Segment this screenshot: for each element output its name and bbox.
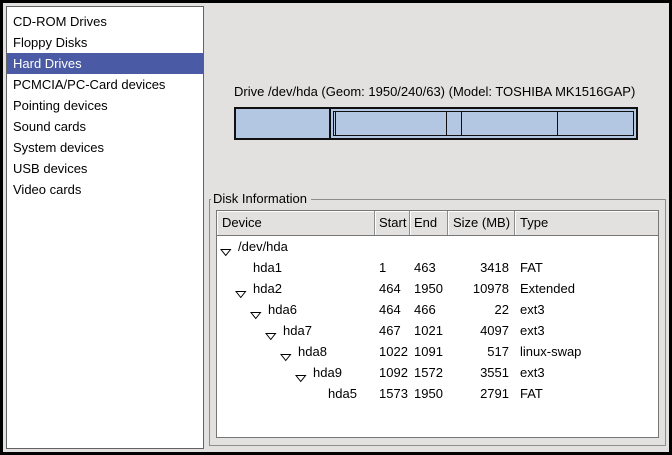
- device-name: hda9: [217, 365, 342, 380]
- table-row-hda8[interactable]: hda8 10221091517linux-swap: [217, 341, 658, 362]
- hardware-browser-window: CD-ROM DrivesFloppy DisksHard DrivesPCMC…: [0, 0, 672, 455]
- end-cell: [410, 236, 448, 257]
- column-header-end[interactable]: End: [410, 211, 448, 235]
- table-row-hda2[interactable]: hda2 464195010978Extended: [217, 278, 658, 299]
- column-header-start[interactable]: Start: [375, 211, 410, 235]
- device-cell: hda8: [217, 341, 375, 362]
- start-cell: 1: [375, 257, 410, 278]
- start-cell: 1573: [375, 383, 410, 404]
- expander-icon[interactable]: [295, 368, 307, 383]
- size-cell: 10978: [448, 278, 515, 299]
- table-row-hda7[interactable]: hda746710214097ext3: [217, 320, 658, 341]
- type-cell: [515, 236, 658, 257]
- type-cell: ext3: [515, 299, 658, 320]
- end-cell: 1950: [410, 278, 448, 299]
- partition-segment-extended: [331, 109, 636, 138]
- end-cell: 466: [410, 299, 448, 320]
- size-cell: 3418: [448, 257, 515, 278]
- expander-icon[interactable]: [250, 305, 262, 320]
- drive-partition-bar: [234, 107, 638, 140]
- sidebar-item-usb-devices[interactable]: USB devices: [7, 158, 203, 179]
- device-cell: hda5: [217, 383, 375, 404]
- end-cell: 1950: [410, 383, 448, 404]
- partition-segment-hda1: [236, 109, 331, 138]
- device-cell: hda6: [217, 299, 375, 320]
- table-row-dev-hda[interactable]: /dev/hda: [217, 236, 658, 257]
- type-cell: linux-swap: [515, 341, 658, 362]
- device-cell: hda1: [217, 257, 375, 278]
- table-row-hda6[interactable]: hda646446622ext3: [217, 299, 658, 320]
- expander-icon[interactable]: [235, 284, 247, 299]
- device-cell: hda2: [217, 278, 375, 299]
- drive-title: Drive /dev/hda (Geom: 1950/240/63) (Mode…: [234, 84, 646, 99]
- sidebar-item-system-devices[interactable]: System devices: [7, 137, 203, 158]
- start-cell: 467: [375, 320, 410, 341]
- expander-icon[interactable]: [265, 326, 277, 341]
- start-cell: [375, 236, 410, 257]
- size-cell: 2791: [448, 383, 515, 404]
- column-header-size[interactable]: Size (MB): [448, 211, 515, 235]
- logical-partition-row: [333, 111, 634, 136]
- start-cell: 464: [375, 278, 410, 299]
- device-cell: /dev/hda: [217, 236, 375, 257]
- partition-segment-hda7: [335, 111, 447, 136]
- device-name: hda1: [217, 260, 282, 275]
- sidebar-item-pcmcia-pc-card-devices[interactable]: PCMCIA/PC-Card devices: [7, 74, 203, 95]
- table-body: /dev/hdahda114633418FAThda2464195010978E…: [217, 236, 658, 404]
- partition-segment-hda8: [446, 111, 462, 136]
- type-cell: FAT: [515, 257, 658, 278]
- device-name: hda8: [217, 344, 327, 359]
- sidebar-item-pointing-devices[interactable]: Pointing devices: [7, 95, 203, 116]
- size-cell: [448, 236, 515, 257]
- size-cell: 3551: [448, 362, 515, 383]
- type-cell: Extended: [515, 278, 658, 299]
- table-header-row: DeviceStartEndSize (MB)Type: [217, 211, 658, 236]
- expander-icon[interactable]: [280, 347, 292, 362]
- table-row-hda5[interactable]: hda5 157319502791FAT: [217, 383, 658, 404]
- sidebar-item-video-cards[interactable]: Video cards: [7, 179, 203, 200]
- sidebar-item-hard-drives[interactable]: Hard Drives: [7, 53, 203, 74]
- sidebar-item-floppy-disks[interactable]: Floppy Disks: [7, 32, 203, 53]
- disk-information-label: Disk Information: [211, 191, 311, 207]
- device-cell: hda7: [217, 320, 375, 341]
- sidebar-item-cd-rom-drives[interactable]: CD-ROM Drives: [7, 11, 203, 32]
- end-cell: 1021: [410, 320, 448, 341]
- start-cell: 1022: [375, 341, 410, 362]
- type-cell: ext3: [515, 320, 658, 341]
- end-cell: 1091: [410, 341, 448, 362]
- sidebar-item-sound-cards[interactable]: Sound cards: [7, 116, 203, 137]
- type-cell: ext3: [515, 362, 658, 383]
- device-cell: hda9: [217, 362, 375, 383]
- table-row-hda9[interactable]: hda9 109215723551ext3: [217, 362, 658, 383]
- partition-segment-hda5: [557, 111, 634, 136]
- expander-icon[interactable]: [220, 242, 232, 257]
- partition-segment-hda9: [461, 111, 558, 136]
- start-cell: 1092: [375, 362, 410, 383]
- device-name: hda2: [217, 281, 282, 296]
- end-cell: 463: [410, 257, 448, 278]
- start-cell: 464: [375, 299, 410, 320]
- size-cell: 517: [448, 341, 515, 362]
- table-row-hda1[interactable]: hda1 14633418FAT: [217, 257, 658, 278]
- device-name: hda5: [217, 386, 357, 401]
- size-cell: 4097: [448, 320, 515, 341]
- device-category-list: CD-ROM DrivesFloppy DisksHard DrivesPCMC…: [6, 6, 204, 449]
- type-cell: FAT: [515, 383, 658, 404]
- disk-information-table: DeviceStartEndSize (MB)Type /dev/hdahda1…: [216, 210, 659, 438]
- disk-information-group: Disk Information DeviceStartEndSize (MB)…: [209, 199, 666, 446]
- end-cell: 1572: [410, 362, 448, 383]
- column-header-device[interactable]: Device: [217, 211, 375, 235]
- column-header-type[interactable]: Type: [515, 211, 658, 235]
- size-cell: 22: [448, 299, 515, 320]
